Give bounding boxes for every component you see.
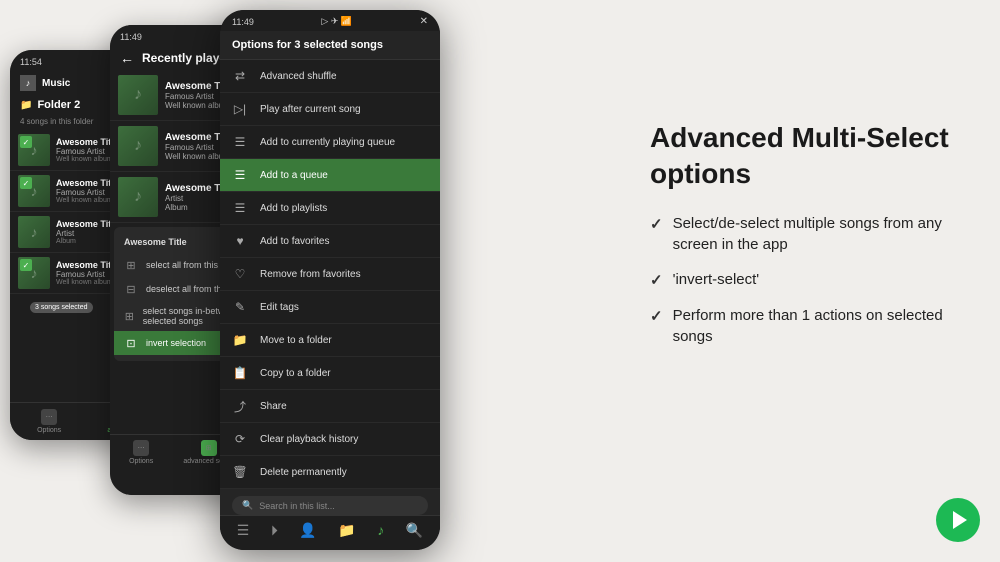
status-bar-front: 11:49 ▷ ✈ 📶 ✕ — [220, 10, 440, 31]
opt-icon-8: 📁 — [232, 332, 248, 348]
music-label: Music — [42, 78, 70, 89]
opt-label-10: Share — [260, 401, 287, 412]
opt-icon-9: 📋 — [232, 365, 248, 381]
opt-label-2: Add to currently playing queue — [260, 137, 395, 148]
nav-play-icon[interactable]: ⏵ — [271, 522, 278, 539]
right-panel: Advanced Multi-Select options Select/de-… — [650, 120, 970, 361]
play-badge[interactable] — [936, 498, 980, 542]
options-icon-back: ⋯ — [41, 409, 57, 425]
menu-item-12[interactable]: 🗑 Delete permanently — [220, 456, 440, 489]
menu-item-7[interactable]: ✎ Edit tags — [220, 291, 440, 324]
nav-bar-front: ☰ ⏵ 👤 📁 ♪ 🔍 — [220, 515, 440, 545]
opt-label-6: Remove from favorites — [260, 269, 361, 280]
popup-icon-1: ⊞ — [124, 258, 138, 272]
opt-label-7: Edit tags — [260, 302, 299, 313]
check-1: ✓ — [20, 136, 32, 148]
adv-select-icon-mid: ⊞ — [201, 440, 217, 456]
opt-label-8: Move to a folder — [260, 335, 332, 346]
nav-person-icon[interactable]: 👤 — [299, 522, 316, 539]
nav-list-icon[interactable]: ☰ — [237, 522, 250, 539]
popup-icon-4: ⊡ — [124, 336, 138, 350]
song-thumb-2: ✓ — [18, 175, 50, 207]
feature-item-1: 'invert-select' — [650, 269, 970, 291]
menu-item-10[interactable]: ⤴ Share — [220, 390, 440, 423]
time-mid: 11:49 — [120, 32, 142, 42]
check-4: ✓ — [20, 259, 32, 271]
menu-item-5[interactable]: ♥ Add to favorites — [220, 225, 440, 258]
options-icon-mid: ⋯ — [133, 440, 149, 456]
feature-list: Select/de-select multiple songs from any… — [650, 213, 970, 347]
check-2: ✓ — [20, 177, 32, 189]
feature-item-2: Perform more than 1 actions on selected … — [650, 305, 970, 347]
menu-item-9[interactable]: 📋 Copy to a folder — [220, 357, 440, 390]
opt-label-4: Add to playlists — [260, 203, 327, 214]
menu-item-4[interactable]: ☰ Add to playlists — [220, 192, 440, 225]
menu-item-1[interactable]: ▷| Play after current song — [220, 93, 440, 126]
opt-icon-10: ⤴ — [232, 398, 248, 414]
song-thumb-3 — [18, 216, 50, 248]
search-input-front[interactable]: 🔍 Search in this list... — [232, 496, 428, 515]
mid-thumb-2 — [118, 126, 158, 166]
opt-label-12: Delete permanently — [260, 467, 347, 478]
opt-icon-2: ☰ — [232, 134, 248, 150]
opt-icon-1: ▷| — [232, 101, 248, 117]
opt-label-9: Copy to a folder — [260, 368, 331, 379]
options-label-mid: Options — [129, 458, 153, 465]
nav-folder-icon[interactable]: 📁 — [338, 522, 355, 539]
popup-icon-2: ⊟ — [124, 282, 138, 296]
time-back: 11:54 — [20, 57, 42, 67]
opt-icon-5: ♥ — [232, 233, 248, 249]
opt-icon-6: ♡ — [232, 266, 248, 282]
options-btn-mid[interactable]: ⋯ Options — [129, 440, 153, 465]
song-thumb-1: ✓ — [18, 134, 50, 166]
menu-item-0[interactable]: ⇄ Advanced shuffle — [220, 60, 440, 93]
search-placeholder: Search in this list... — [259, 501, 335, 511]
options-list: ⇄ Advanced shuffle ▷| Play after current… — [220, 60, 440, 550]
music-icon: ♪ — [20, 75, 36, 91]
main-title: Advanced Multi-Select options — [650, 120, 970, 193]
nav-search-icon[interactable]: 🔍 — [406, 522, 423, 539]
popup-icon-3: ⊞ — [124, 309, 135, 323]
song-thumb-4: ✓ — [18, 257, 50, 289]
back-arrow-mid[interactable]: ← — [120, 50, 134, 66]
close-x-front[interactable]: ✕ — [420, 16, 428, 27]
mid-thumb-1 — [118, 75, 158, 115]
opt-label-11: Clear playback history — [260, 434, 358, 445]
menu-item-3[interactable]: ☰ Add to a queue — [220, 159, 440, 192]
options-btn-back[interactable]: ⋯ Options — [37, 409, 61, 434]
opt-icon-3: ☰ — [232, 167, 248, 183]
search-icon-front: 🔍 — [242, 500, 253, 511]
time-front: 11:49 — [232, 17, 254, 27]
menu-item-11[interactable]: ⟳ Clear playback history — [220, 423, 440, 456]
opt-icon-11: ⟳ — [232, 431, 248, 447]
icons-front: ▷ ✈ 📶 — [321, 16, 352, 27]
opt-icon-7: ✎ — [232, 299, 248, 315]
popup-label-1: select all from this list — [146, 260, 232, 270]
options-header: Options for 3 selected songs — [220, 31, 440, 60]
popup-label-4: invert selection — [146, 338, 206, 348]
menu-item-8[interactable]: 📁 Move to a folder — [220, 324, 440, 357]
opt-icon-12: 🗑 — [232, 464, 248, 480]
opt-icon-4: ☰ — [232, 200, 248, 216]
options-label-back: Options — [37, 427, 61, 434]
front-phone: 11:49 ▷ ✈ 📶 ✕ Options for 3 selected son… — [220, 10, 440, 550]
opt-label-0: Advanced shuffle — [260, 71, 337, 82]
feature-item-0: Select/de-select multiple songs from any… — [650, 213, 970, 255]
opt-label-1: Play after current song — [260, 104, 361, 115]
opt-icon-0: ⇄ — [232, 68, 248, 84]
menu-item-6[interactable]: ♡ Remove from favorites — [220, 258, 440, 291]
nav-music-icon[interactable]: ♪ — [377, 522, 384, 539]
opt-label-3: Add to a queue — [260, 170, 328, 181]
mid-thumb-3 — [118, 177, 158, 217]
opt-label-5: Add to favorites — [260, 236, 329, 247]
menu-item-2[interactable]: ☰ Add to currently playing queue — [220, 126, 440, 159]
